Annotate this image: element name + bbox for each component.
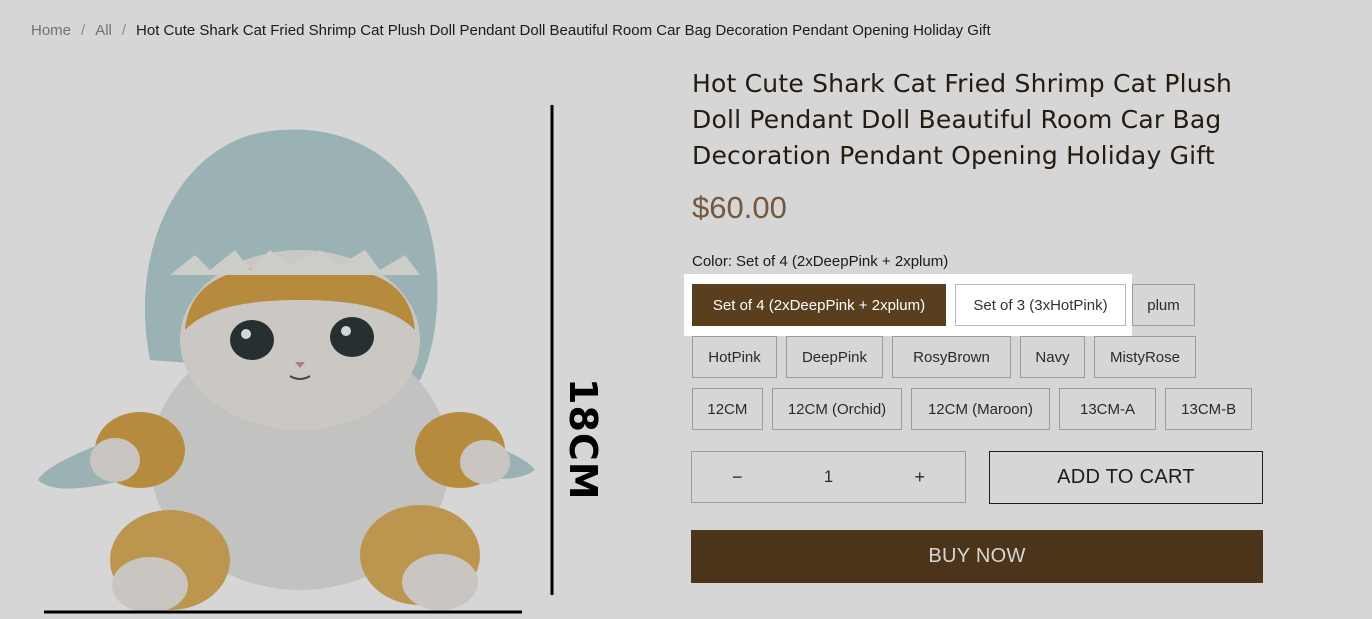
- highlight-box: Set of 4 (2xDeepPink + 2xplum) Set of 3 …: [684, 274, 1132, 336]
- color-label-text: Color:: [692, 253, 733, 270]
- quantity-input[interactable]: 1: [824, 467, 833, 487]
- breadcrumb: Home / All / Hot Cute Shark Cat Fried Shrimp…: [31, 22, 991, 39]
- quantity-decrease-button[interactable]: −: [732, 467, 743, 488]
- variant-option[interactable]: 12CM: [692, 388, 763, 430]
- variant-option[interactable]: 13CM-B: [1165, 388, 1253, 430]
- color-label: Color: Set of 4 (2xDeepPink + 2xplum): [692, 253, 948, 270]
- breadcrumb-separator: /: [121, 22, 127, 39]
- product-title: Hot Cute Shark Cat Fried Shrimp Cat Plus…: [692, 69, 1233, 170]
- quantity-stepper: − 1 +: [691, 451, 966, 503]
- breadcrumb-current: Hot Cute Shark Cat Fried Shrimp Cat Plus…: [136, 22, 991, 39]
- color-selected-value: Set of 4 (2xDeepPink + 2xplum): [736, 253, 949, 270]
- variant-option[interactable]: plum: [1132, 284, 1195, 326]
- size-label: 18CM: [561, 378, 605, 501]
- variant-option[interactable]: DeepPink: [786, 336, 883, 378]
- variant-option[interactable]: 12CM (Orchid): [771, 388, 903, 430]
- buy-now-button[interactable]: BUY NOW: [691, 530, 1263, 583]
- variant-row: HotPink DeepPink RosyBrown Navy MistyRos…: [692, 336, 1252, 378]
- add-to-cart-button[interactable]: ADD TO CART: [989, 451, 1263, 504]
- variant-option-highlighted[interactable]: Set of 4 (2xDeepPink + 2xplum): [692, 284, 946, 326]
- variant-option[interactable]: 13CM-A: [1058, 388, 1157, 430]
- variant-option[interactable]: Navy: [1020, 336, 1085, 378]
- variant-option[interactable]: HotPink: [692, 336, 777, 378]
- plush-illustration: [38, 105, 554, 614]
- product-info: Hot Cute Shark Cat Fried Shrimp Cat Plus…: [692, 66, 1272, 270]
- variant-row: 12CM 12CM (Orchid) 12CM (Maroon) 13CM-A …: [692, 388, 1253, 430]
- product-price: $60.00: [692, 190, 787, 225]
- variant-option[interactable]: MistyRose: [1094, 336, 1196, 378]
- product-image[interactable]: 18CM: [0, 60, 650, 619]
- variant-option[interactable]: 12CM (Maroon): [911, 388, 1050, 430]
- breadcrumb-home-link[interactable]: Home: [31, 22, 71, 39]
- breadcrumb-separator: /: [81, 22, 86, 39]
- variant-option[interactable]: RosyBrown: [892, 336, 1011, 378]
- quantity-increase-button[interactable]: +: [914, 467, 925, 488]
- variant-option-highlighted[interactable]: Set of 3 (3xHotPink): [955, 284, 1126, 326]
- breadcrumb-all-link[interactable]: All: [95, 22, 112, 39]
